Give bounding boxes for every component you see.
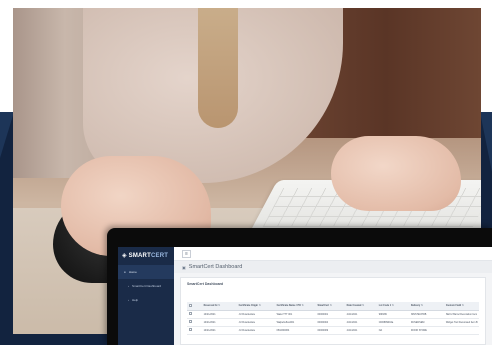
table-cell xyxy=(443,326,479,335)
row-checkbox[interactable] xyxy=(187,310,202,319)
dashboard-screen: ◈ SMARTCERT ● Home › SmartCert Dashboard… xyxy=(118,247,492,345)
table-cell: SECU Barrel Decoration Item xyxy=(443,310,479,319)
sidebar: ◈ SMARTCERT ● Home › SmartCert Dashboard… xyxy=(118,247,174,345)
table-cell: 4/21/2021 xyxy=(344,318,377,327)
table-cell: Walet TTT 001 xyxy=(274,310,316,319)
sidebar-item-help[interactable]: › Help xyxy=(118,293,174,307)
hamburger-menu-icon[interactable]: ≡ xyxy=(182,249,191,258)
table-cell: JU Flowdeclare xyxy=(236,318,275,327)
table-cell: JU Flowdeclare xyxy=(236,326,275,335)
table-cell: 00000001 xyxy=(315,310,345,319)
column-header[interactable]: Custom Field ⇅ xyxy=(443,302,479,311)
table-cell: Widget Tool Decorated Item B xyxy=(443,318,479,327)
table-cell: 10/21/2021 xyxy=(201,318,237,327)
page-title: SmartCert Dashboard xyxy=(188,264,243,270)
table-cell: JU Flowdeclare xyxy=(236,310,275,319)
sidebar-item-home[interactable]: ● Home xyxy=(118,265,174,279)
column-header[interactable]: Lot Code 1 ⇅ xyxy=(376,302,409,311)
title-bar: ▣ SmartCert Dashboard xyxy=(174,261,492,273)
table-cell: CDD889004a xyxy=(376,318,409,327)
decorative-shape-left xyxy=(0,112,14,158)
column-header[interactable]: Delivery ⇅ xyxy=(408,302,444,311)
table-cell: 4/21/2021 xyxy=(344,326,377,335)
table-row[interactable]: 10/21/2021 JU Flowdeclare FB103009S 0000… xyxy=(187,326,479,335)
dashboard-icon: ▣ xyxy=(182,264,186,270)
dashboard-window: ◈ SMARTCERT ● Home › SmartCert Dashboard… xyxy=(107,228,492,345)
table-cell: 00000009 xyxy=(315,326,345,335)
column-header[interactable]: Date Created ⇅ xyxy=(344,302,377,311)
table-cell: 10/21/2021 xyxy=(201,310,237,319)
row-checkbox[interactable] xyxy=(187,326,202,335)
row-checkbox[interactable] xyxy=(187,318,202,327)
sidebar-item-smartcert-dashboard[interactable]: › SmartCert Dashboard xyxy=(118,279,174,293)
table-cell: 00000004 xyxy=(315,318,345,327)
top-bar: ≡ xyxy=(174,247,492,261)
diamond-logo-icon: ◈ xyxy=(122,253,127,259)
column-header[interactable]: Certificate Origin ⇅ xyxy=(236,302,275,311)
home-icon: ● xyxy=(124,270,126,274)
table-cell: DOOR STORE xyxy=(408,326,444,335)
sidebar-item-label: SmartCert Dashboard xyxy=(132,284,162,288)
table-header-row: Reserved At ⇅ Certificate Origin ⇅ Certi… xyxy=(187,302,479,311)
section-title: SmartCert Dashboard xyxy=(187,282,224,286)
table-cell: NA xyxy=(376,326,409,335)
main-panel: ≡ ▣ SmartCert Dashboard SmartCert Dashbo… xyxy=(174,247,492,345)
column-header[interactable]: Reserved At ⇅ xyxy=(201,302,237,311)
sidebar-item-label: Home xyxy=(128,270,137,274)
table-cell: 998189 xyxy=(376,310,409,319)
table-row[interactable]: 10/21/2021 JU Flowdeclare Walet TTT 001 … xyxy=(187,310,479,319)
decorative-shape-right xyxy=(480,112,492,172)
content-card: SmartCert Dashboard Reserved At ⇅ Certif… xyxy=(180,277,486,345)
photo-right-hand xyxy=(331,136,461,211)
table-cell: NINSTECHDB xyxy=(408,310,444,319)
table-row[interactable]: 10/21/2021 JU Flowdeclare Walpebuffesi00… xyxy=(187,318,479,327)
photo-scarf xyxy=(198,8,238,128)
certificates-table: Reserved At ⇅ Certificate Origin ⇅ Certi… xyxy=(187,302,479,335)
select-all-checkbox[interactable] xyxy=(187,302,202,311)
table-cell: DCSENSEM xyxy=(408,318,444,327)
column-header[interactable]: SmartCert ⇅ xyxy=(315,302,345,311)
sidebar-item-label: Help xyxy=(132,298,139,302)
brand-logo[interactable]: ◈ SMARTCERT xyxy=(118,247,174,265)
bullet-icon: › xyxy=(128,284,129,288)
column-header[interactable]: Certificate Name / PO ⇅ xyxy=(274,302,316,311)
bullet-icon: › xyxy=(128,298,129,302)
table-cell: 10/21/2021 xyxy=(201,326,237,335)
table-cell: FB103009S xyxy=(274,326,316,335)
table-cell: Walpebuffesi001 xyxy=(274,318,316,327)
table-cell: 4/21/2021 xyxy=(344,310,377,319)
brand-name: SMARTCERT xyxy=(128,253,169,259)
